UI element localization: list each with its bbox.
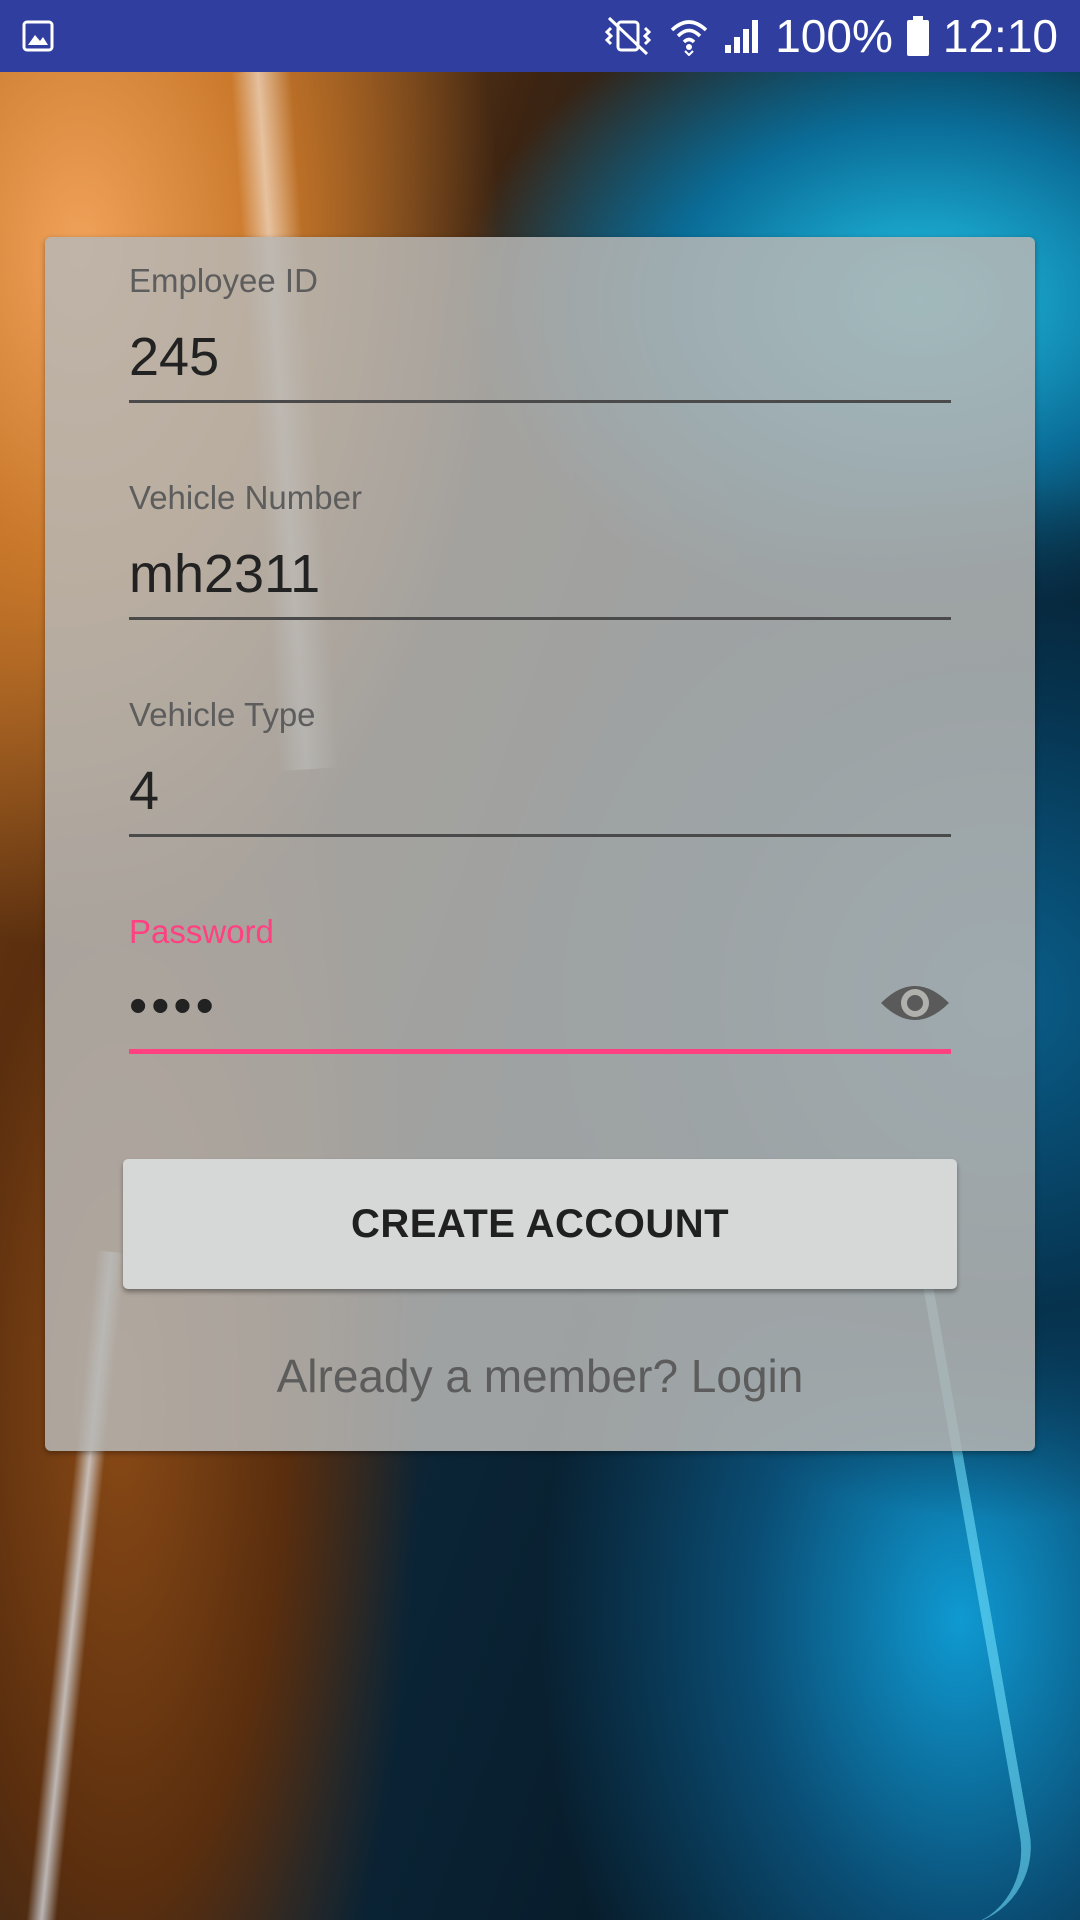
eye-icon[interactable] <box>879 977 951 1029</box>
password-label: Password <box>129 913 274 950</box>
password-input-row[interactable]: •••• <box>129 954 951 1054</box>
password-field: Password •••• <box>129 910 951 1054</box>
battery-icon <box>906 16 929 56</box>
vehicle-type-input-row[interactable]: 4 <box>129 737 951 837</box>
battery-percent: 100% <box>775 10 893 62</box>
create-account-button[interactable]: CREATE ACCOUNT <box>123 1159 957 1289</box>
wifi-icon <box>669 16 709 56</box>
clock: 12:10 <box>942 10 1058 62</box>
vehicle-number-field: Vehicle Number mh2311 <box>129 476 951 620</box>
status-bar: 100% 12:10 <box>0 0 1080 72</box>
vehicle-number-input-row[interactable]: mh2311 <box>129 520 951 620</box>
signal-icon <box>723 17 761 55</box>
gallery-icon <box>22 20 54 52</box>
employee-id-input[interactable]: 245 <box>129 322 889 392</box>
password-input[interactable]: •••• <box>129 971 889 1041</box>
vehicle-type-label: Vehicle Type <box>129 696 316 733</box>
employee-id-input-row[interactable]: 245 <box>129 303 951 403</box>
employee-id-label: Employee ID <box>129 262 318 299</box>
vehicle-type-field: Vehicle Type 4 <box>129 693 951 837</box>
signup-card: Employee ID 245 Vehicle Number mh2311 Ve… <box>45 237 1035 1451</box>
employee-id-field: Employee ID 245 <box>129 259 951 403</box>
login-link[interactable]: Already a member? Login <box>45 1349 1035 1403</box>
mute-vibrate-icon <box>601 16 655 56</box>
vehicle-type-input[interactable]: 4 <box>129 756 889 826</box>
vehicle-number-input[interactable]: mh2311 <box>129 539 889 609</box>
vehicle-number-label: Vehicle Number <box>129 479 362 516</box>
app-screen: 100% 12:10 Employee ID 245 Vehicle Numbe… <box>0 0 1080 1920</box>
